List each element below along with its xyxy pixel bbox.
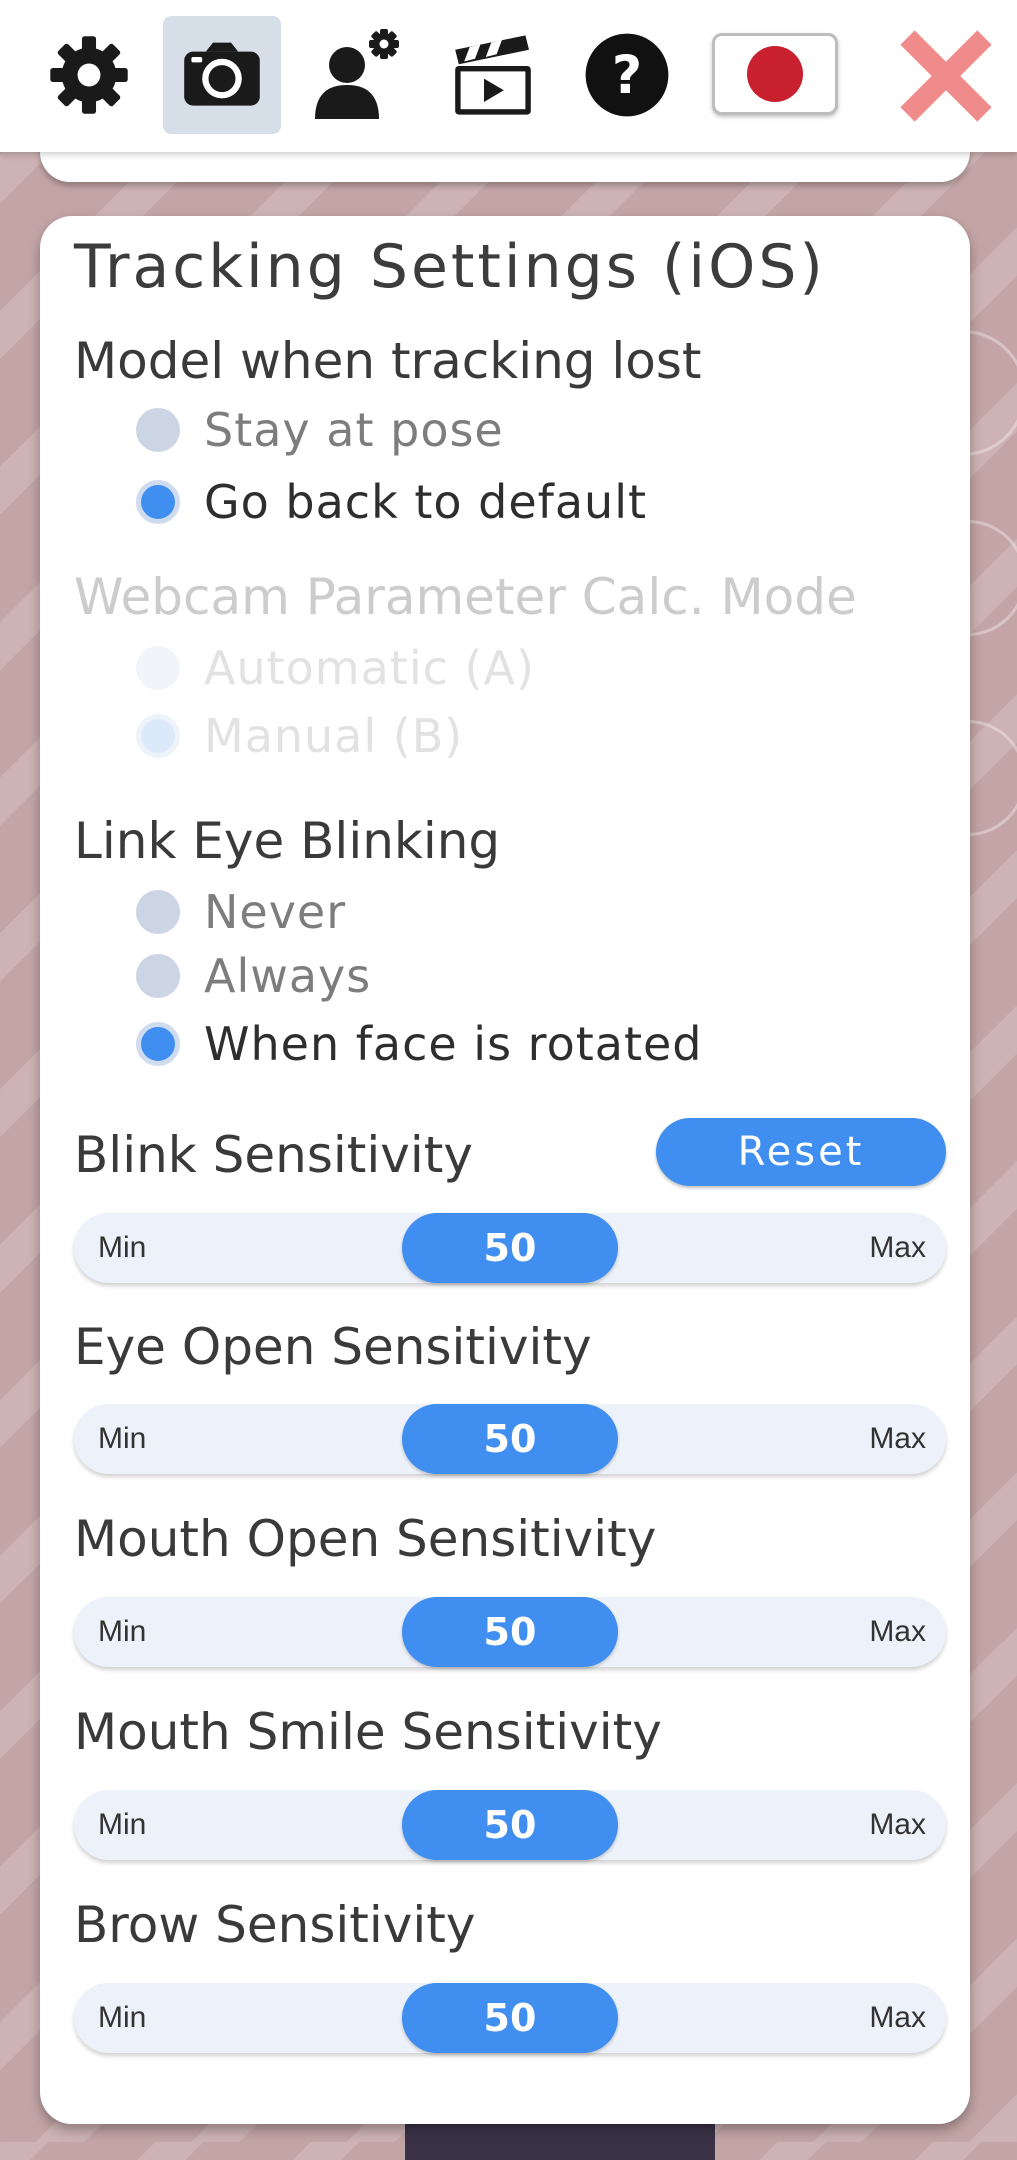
slider-max-label: Max (869, 1422, 926, 1455)
link-eye-blinking-label: Link Eye Blinking (74, 812, 501, 870)
panel-title: Tracking Settings (iOS) (74, 232, 826, 302)
slider-thumb[interactable]: 50 (402, 1213, 618, 1283)
slider-max-label: Max (869, 1231, 926, 1264)
radio-button[interactable] (136, 408, 180, 452)
language-button[interactable] (712, 33, 838, 115)
mouth-open-sensitivity-slider[interactable]: Min Max 50 (74, 1597, 946, 1667)
slider-thumb[interactable]: 50 (402, 1983, 618, 2053)
mouth-open-sensitivity-label: Mouth Open Sensitivity (74, 1510, 657, 1568)
help-button[interactable]: ? (568, 16, 686, 134)
radio-label: Manual (B) (204, 709, 464, 763)
mouth-smile-sensitivity-slider[interactable]: Min Max 50 (74, 1790, 946, 1860)
radio-automatic: Automatic (A) (136, 638, 535, 698)
user-settings-button[interactable] (298, 16, 416, 134)
radio-label: Automatic (A) (204, 641, 535, 695)
slider-max-label: Max (869, 2001, 926, 2034)
blink-sensitivity-slider[interactable]: Min Max 50 (74, 1213, 946, 1283)
radio-button[interactable] (136, 890, 180, 934)
blink-sensitivity-label: Blink Sensitivity (74, 1126, 473, 1184)
slider-min-label: Min (98, 1231, 147, 1264)
recording-button[interactable] (434, 16, 552, 134)
radio-button (136, 646, 180, 690)
slider-min-label: Min (98, 1808, 147, 1841)
settings-button[interactable] (30, 16, 148, 134)
japan-flag-icon (747, 46, 803, 102)
radio-label: When face is rotated (204, 1017, 703, 1071)
close-icon (900, 30, 992, 122)
eye-open-sensitivity-slider[interactable]: Min Max 50 (74, 1404, 946, 1474)
slider-min-label: Min (98, 2001, 147, 2034)
tracking-settings-panel: Tracking Settings (iOS) Model when track… (40, 216, 970, 2124)
slider-thumb[interactable]: 50 (402, 1597, 618, 1667)
user-settings-icon (315, 29, 399, 119)
reset-button[interactable]: Reset (656, 1118, 946, 1186)
radio-button[interactable] (136, 954, 180, 998)
slider-max-label: Max (869, 1808, 926, 1841)
help-icon: ? (585, 33, 669, 117)
mouth-smile-sensitivity-label: Mouth Smile Sensitivity (74, 1703, 662, 1761)
radio-button-selected[interactable] (136, 1022, 180, 1066)
close-button[interactable] (900, 30, 992, 122)
webcam-mode-label: Webcam Parameter Calc. Mode (74, 568, 857, 626)
camera-icon (184, 42, 260, 106)
slider-min-label: Min (98, 1422, 147, 1455)
camera-tracking-button[interactable] (163, 16, 281, 134)
brow-sensitivity-label: Brow Sensitivity (74, 1896, 476, 1954)
brow-sensitivity-slider[interactable]: Min Max 50 (74, 1983, 946, 2053)
gear-icon (50, 36, 128, 114)
eye-open-sensitivity-label: Eye Open Sensitivity (74, 1318, 592, 1376)
slider-thumb[interactable]: 50 (402, 1404, 618, 1474)
radio-manual: Manual (B) (136, 706, 463, 766)
radio-stay-at-pose[interactable]: Stay at pose (136, 400, 504, 460)
tracking-lost-label: Model when tracking lost (74, 332, 702, 390)
radio-never[interactable]: Never (136, 882, 346, 942)
slider-min-label: Min (98, 1615, 147, 1648)
radio-label: Stay at pose (204, 403, 504, 457)
slider-thumb[interactable]: 50 (402, 1790, 618, 1860)
slider-max-label: Max (869, 1615, 926, 1648)
radio-label: Always (204, 949, 372, 1003)
radio-button-selected[interactable] (136, 480, 180, 524)
svg-text:?: ? (612, 46, 642, 106)
radio-go-back-to-default[interactable]: Go back to default (136, 472, 647, 532)
top-toolbar: ? (0, 0, 1017, 152)
clapperboard-icon (455, 35, 531, 115)
radio-always[interactable]: Always (136, 946, 371, 1006)
radio-button-selected (136, 714, 180, 758)
radio-label: Go back to default (204, 475, 648, 529)
radio-label: Never (204, 885, 347, 939)
radio-when-face-rotated[interactable]: When face is rotated (136, 1014, 703, 1074)
